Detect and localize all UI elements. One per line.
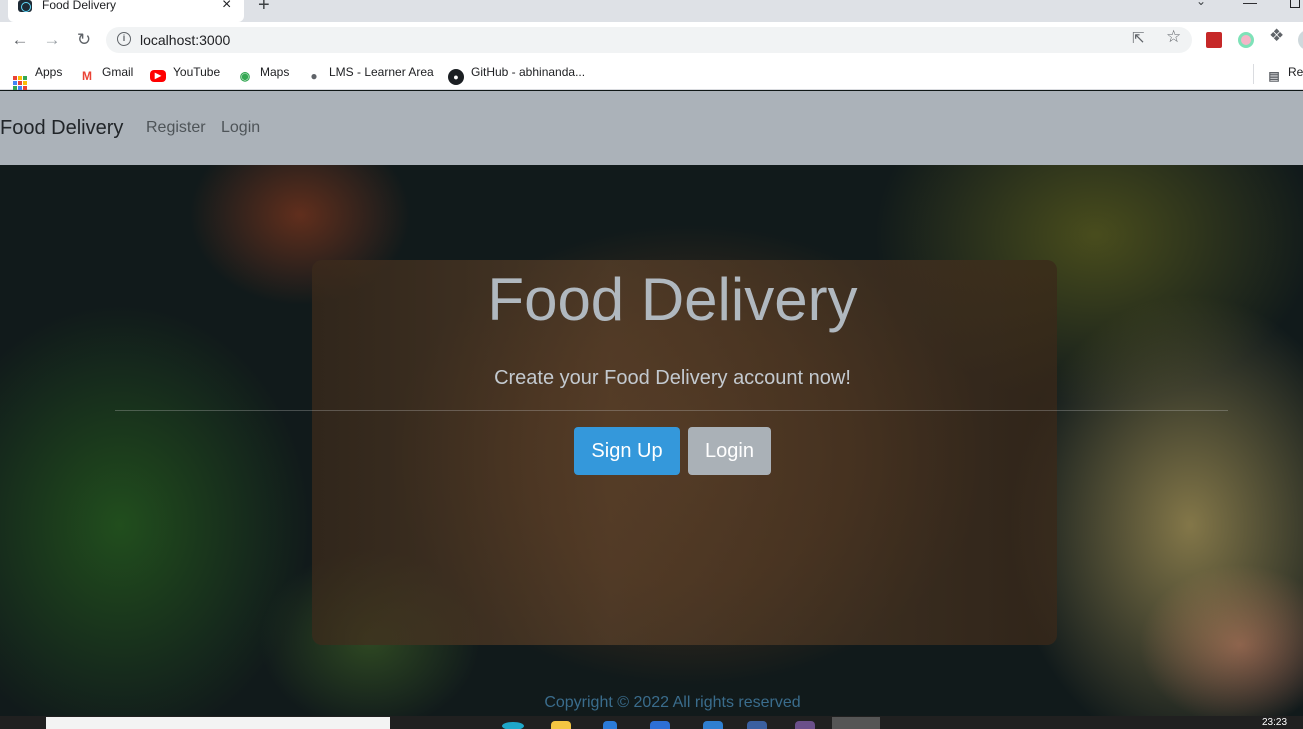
vscode-icon[interactable] (703, 721, 723, 729)
address-bar[interactable]: i localhost:3000 ⇱ ☆ (106, 27, 1192, 53)
extensions-puzzle-icon[interactable]: ❖ (1269, 26, 1284, 46)
hero-title: Food Delivery (487, 266, 858, 333)
bookmark-star-icon[interactable]: ☆ (1166, 27, 1181, 47)
navbar: Food Delivery Register Login (0, 91, 1303, 165)
reading-list-button[interactable]: ▤ Rea (1266, 65, 1303, 84)
reload-icon[interactable]: ↻ (72, 28, 96, 52)
react-favicon-icon (18, 0, 32, 12)
sign-up-button[interactable]: Sign Up (574, 427, 680, 475)
maximize-window-icon[interactable] (1290, 0, 1300, 8)
bookmark-maps[interactable]: ◉ Maps (237, 65, 290, 84)
app-icon-2[interactable] (747, 721, 767, 729)
share-icon[interactable]: ⇱ (1132, 29, 1145, 47)
github-icon: ● (448, 69, 464, 85)
gmail-icon: M (82, 69, 92, 83)
bookmark-label: Gmail (102, 65, 134, 79)
bookmark-label: GitHub - abhinanda... (471, 65, 586, 79)
tab-title: Food Delivery (42, 0, 117, 12)
url-text[interactable]: localhost:3000 (140, 32, 230, 48)
browser-toolbar: ← → ↻ i localhost:3000 ⇱ ☆ ❖ (0, 22, 1303, 58)
bookmark-gmail[interactable]: M Gmail (79, 65, 133, 84)
hero-lead: Create your Food Delivery account now! (494, 367, 851, 389)
store-icon[interactable] (603, 721, 617, 729)
bookmark-youtube[interactable]: ▶ YouTube (150, 65, 220, 82)
minimize-window-icon[interactable]: — (1243, 0, 1257, 10)
nav-link-login[interactable]: Login (221, 119, 260, 137)
bookmark-lms[interactable]: ● LMS - Learner Area (306, 65, 434, 84)
browser-tab[interactable]: Food Delivery × (8, 0, 244, 22)
hero-section: Food Delivery Create your Food Delivery … (0, 165, 1303, 717)
browser-tab-strip: Food Delivery × + ⌄ — (0, 0, 1303, 22)
profile-avatar[interactable] (1298, 30, 1303, 50)
bookmark-github[interactable]: ● GitHub - abhinanda... (448, 65, 585, 85)
hero-divider (115, 410, 1228, 411)
chrome-taskbar-button[interactable] (832, 717, 880, 729)
apps-grid-icon (12, 75, 28, 91)
taskbar-clock: 23:23 (1262, 717, 1288, 728)
bookmark-label: LMS - Learner Area (329, 65, 434, 79)
app-icon[interactable] (650, 721, 670, 729)
globe-icon: ● (310, 69, 318, 83)
os-taskbar: 23:23 (0, 716, 1303, 729)
app-icon-3[interactable] (795, 721, 815, 729)
back-arrow-icon[interactable]: ← (8, 28, 32, 52)
nav-link-register[interactable]: Register (146, 119, 206, 137)
new-tab-icon[interactable]: + (258, 0, 270, 17)
login-button[interactable]: Login (688, 427, 771, 475)
edge-icon[interactable] (502, 722, 524, 729)
tab-search-chevron-icon[interactable]: ⌄ (1196, 0, 1206, 8)
extension-red-icon[interactable] (1206, 32, 1222, 48)
bookmark-label: Maps (260, 65, 290, 79)
bookmark-apps[interactable]: Apps (12, 65, 62, 91)
taskbar-search-box[interactable] (46, 717, 390, 729)
bookmarks-bar: Apps M Gmail ▶ YouTube ◉ Maps ● LMS - Learne… (0, 58, 1303, 90)
file-explorer-icon[interactable] (551, 721, 571, 729)
tab-close-icon[interactable]: × (222, 0, 231, 14)
navbar-brand[interactable]: Food Delivery (0, 117, 123, 140)
extension-circle-icon[interactable] (1238, 32, 1254, 48)
bookmark-label: Apps (35, 65, 63, 79)
youtube-icon: ▶ (150, 70, 166, 82)
site-info-icon[interactable]: i (117, 32, 131, 46)
reading-list-label: Rea (1288, 65, 1303, 79)
maps-pin-icon: ◉ (239, 69, 251, 83)
bookmark-label: YouTube (173, 65, 221, 79)
footer-copyright: Copyright © 2022 All rights reserved (544, 694, 801, 711)
reading-list-icon: ▤ (1268, 69, 1280, 83)
bookmarks-divider (1253, 64, 1254, 84)
forward-arrow-icon[interactable]: → (40, 28, 64, 52)
